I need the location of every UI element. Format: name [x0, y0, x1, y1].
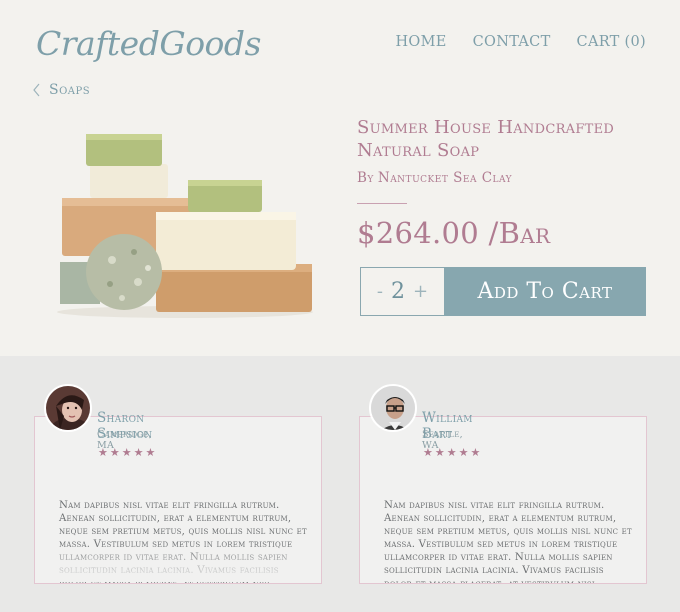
- increment-button[interactable]: +: [413, 281, 428, 302]
- star-rating: ★★★★★: [98, 446, 158, 459]
- quantity-stepper: - 2 +: [360, 267, 445, 316]
- breadcrumb-label: Soaps: [49, 82, 91, 98]
- star-rating: ★★★★★: [423, 446, 483, 459]
- review-text: Nam dapibus nisl vitae elit fringilla ru…: [384, 500, 632, 583]
- chevron-left-icon: [33, 83, 40, 97]
- avatar: [369, 384, 417, 432]
- main-nav: HOME CONTACT CART (0): [395, 34, 646, 50]
- byline-label: By: [357, 170, 374, 186]
- review-body: Nam dapibus nisl vitae elit fringilla ru…: [34, 416, 322, 584]
- product-byline: By Nantucket Sea Clay: [357, 170, 512, 186]
- product-image: [57, 134, 313, 318]
- nav-cart[interactable]: CART (0): [577, 34, 646, 50]
- divider: [357, 203, 407, 204]
- product-price: $264.00 /Bar: [357, 216, 551, 250]
- breadcrumb[interactable]: Soaps: [32, 82, 90, 98]
- quantity-value[interactable]: 2: [391, 279, 405, 304]
- review-body: Nam dapibus nisl vitae elit fringilla ru…: [359, 416, 647, 584]
- add-to-cart-button[interactable]: Add To Cart: [444, 267, 646, 316]
- nav-home[interactable]: HOME: [395, 34, 446, 50]
- decrement-button[interactable]: -: [377, 281, 383, 302]
- avatar: [44, 384, 92, 432]
- product-title: Summer House Handcrafted Natural Soap: [357, 117, 615, 161]
- brand-link[interactable]: Nantucket Sea Clay: [378, 170, 512, 186]
- nav-contact[interactable]: CONTACT: [473, 34, 551, 50]
- site-logo[interactable]: CraftedGoods: [36, 24, 261, 63]
- fade-overlay: [36, 542, 321, 582]
